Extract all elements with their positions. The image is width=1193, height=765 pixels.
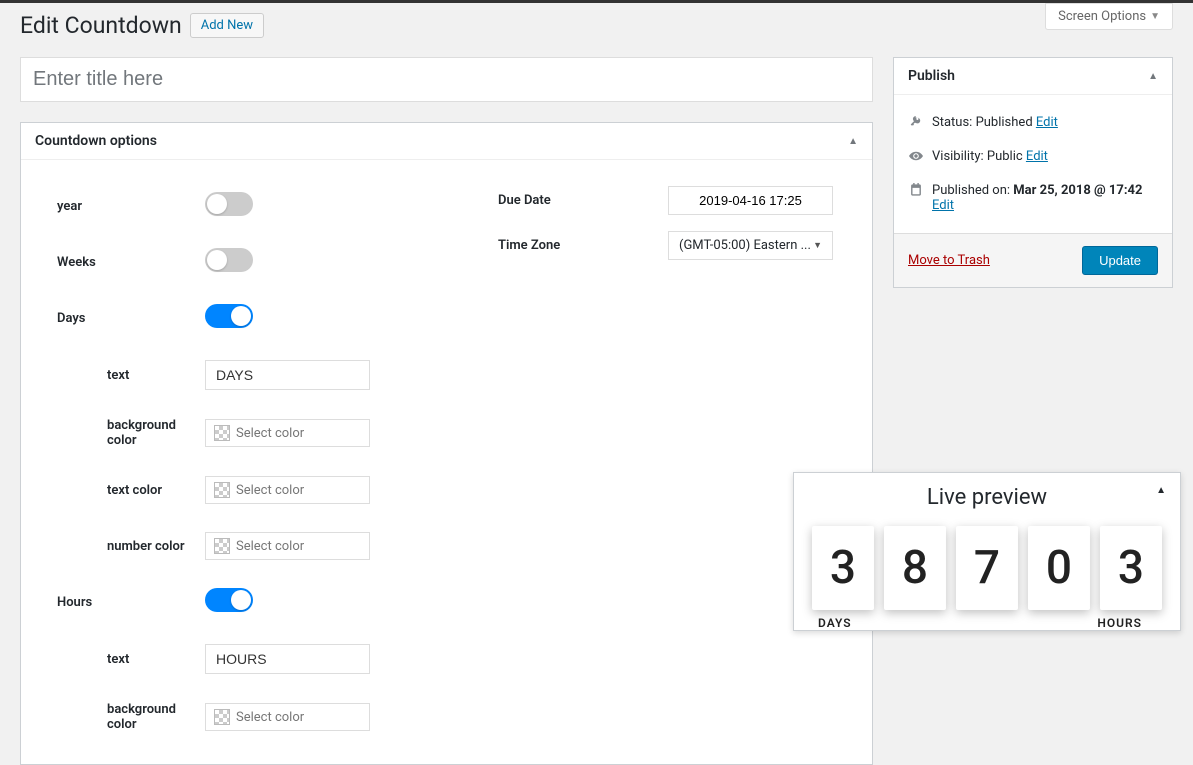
transparency-icon bbox=[214, 425, 230, 441]
publish-box: Publish ▲ Status: Published Edit bbox=[893, 57, 1173, 288]
hours-toggle[interactable] bbox=[205, 588, 253, 612]
status-edit-link[interactable]: Edit bbox=[1036, 115, 1058, 130]
year-toggle[interactable] bbox=[205, 192, 253, 216]
digit: 7 bbox=[956, 526, 1018, 610]
countdown-options-title: Countdown options bbox=[35, 133, 157, 149]
title-input[interactable] bbox=[20, 57, 873, 102]
days-bg-color-select[interactable]: Select color bbox=[205, 419, 370, 447]
due-date-label: Due Date bbox=[498, 193, 668, 208]
weeks-toggle[interactable] bbox=[205, 248, 253, 272]
hours-bg-color-label: background color bbox=[35, 702, 205, 732]
days-bg-color-label: background color bbox=[35, 418, 205, 448]
page-title: Edit Countdown bbox=[20, 12, 182, 39]
visibility-label: Visibility: bbox=[932, 149, 984, 164]
hours-bg-color-select[interactable]: Select color bbox=[205, 703, 370, 731]
live-preview-box: Live preview ▲ 3 8 7 0 3 DAYS HOURS bbox=[793, 472, 1181, 631]
due-date-input[interactable] bbox=[668, 186, 833, 215]
days-text-color-label: text color bbox=[35, 483, 205, 498]
published-on-edit-link[interactable]: Edit bbox=[932, 198, 954, 213]
key-icon bbox=[908, 115, 924, 133]
move-to-trash-link[interactable]: Move to Trash bbox=[908, 253, 990, 268]
visibility-value: Public bbox=[987, 149, 1023, 164]
hours-text-input[interactable] bbox=[205, 644, 370, 674]
days-text-label: text bbox=[35, 368, 205, 383]
digit: 8 bbox=[884, 526, 946, 610]
days-text-input[interactable] bbox=[205, 360, 370, 390]
timezone-label: Time Zone bbox=[498, 238, 668, 253]
publish-title: Publish bbox=[908, 68, 955, 84]
digit: 3 bbox=[812, 526, 874, 610]
hours-unit-label: HOURS bbox=[1097, 616, 1142, 630]
transparency-icon bbox=[214, 538, 230, 554]
hours-label: Hours bbox=[35, 595, 205, 610]
year-label: year bbox=[35, 199, 205, 214]
published-on-value: Mar 25, 2018 @ 17:42 bbox=[1013, 183, 1142, 198]
days-number-color-select[interactable]: Select color bbox=[205, 532, 370, 560]
days-number-color-label: number color bbox=[35, 539, 205, 554]
collapse-icon[interactable]: ▲ bbox=[848, 136, 858, 147]
countdown-options-box: Countdown options ▲ year Weeks bbox=[20, 122, 873, 765]
screen-options-button[interactable]: Screen Options ▼ bbox=[1045, 3, 1173, 30]
status-label: Status: bbox=[932, 115, 972, 130]
digit: 0 bbox=[1028, 526, 1090, 610]
days-unit-label: DAYS bbox=[818, 616, 852, 630]
transparency-icon bbox=[214, 709, 230, 725]
hours-text-label: text bbox=[35, 652, 205, 667]
transparency-icon bbox=[214, 482, 230, 498]
calendar-icon bbox=[908, 183, 924, 201]
add-new-button[interactable]: Add New bbox=[190, 13, 264, 38]
visibility-edit-link[interactable]: Edit bbox=[1026, 149, 1048, 164]
update-button[interactable]: Update bbox=[1082, 246, 1158, 275]
eye-icon bbox=[908, 149, 924, 167]
days-label: Days bbox=[35, 311, 205, 326]
days-text-color-select[interactable]: Select color bbox=[205, 476, 370, 504]
published-on-label: Published on: bbox=[932, 183, 1010, 198]
days-toggle[interactable] bbox=[205, 304, 253, 328]
status-value: Published bbox=[976, 115, 1033, 130]
weeks-label: Weeks bbox=[35, 255, 205, 270]
timezone-select[interactable]: (GMT-05:00) Eastern ...▼ bbox=[668, 231, 833, 260]
live-preview-title: Live preview bbox=[927, 485, 1047, 510]
chevron-down-icon: ▼ bbox=[1150, 11, 1160, 22]
chevron-down-icon: ▼ bbox=[813, 240, 822, 251]
digit: 3 bbox=[1100, 526, 1162, 610]
collapse-icon[interactable]: ▲ bbox=[1148, 71, 1158, 82]
screen-options-label: Screen Options bbox=[1058, 9, 1146, 24]
collapse-icon[interactable]: ▲ bbox=[1156, 485, 1166, 496]
